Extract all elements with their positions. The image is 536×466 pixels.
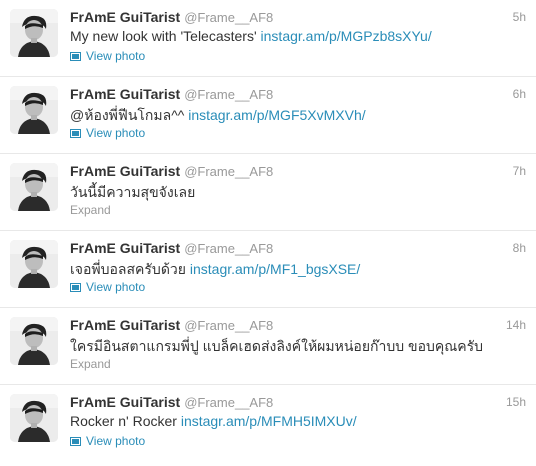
view-photo-button[interactable]: View photo (70, 280, 145, 294)
tweet-link[interactable]: instagr.am/p/MGPzb8sXYu/ (261, 28, 432, 44)
photo-icon (70, 128, 81, 138)
avatar[interactable] (10, 86, 58, 134)
expand-label: Expand (70, 203, 111, 217)
tweet-item[interactable]: FrAmE GuiTarist @Frame__AF8 14h ใครมีอินส… (0, 308, 536, 385)
photo-icon (70, 51, 81, 61)
tweet-username[interactable]: @Frame__AF8 (184, 318, 273, 333)
tweet-text: ใครมีอินสตาแกรมพี่ปู แบล็คเฮดส่งลิงค์ให้… (70, 336, 526, 358)
tweet-username[interactable]: @Frame__AF8 (184, 241, 273, 256)
tweet-username[interactable]: @Frame__AF8 (184, 87, 273, 102)
tweet-username[interactable]: @Frame__AF8 (184, 10, 273, 25)
tweet-item[interactable]: FrAmE GuiTarist @Frame__AF8 5h My new loo… (0, 0, 536, 77)
tweet-author-name[interactable]: FrAmE GuiTarist (70, 163, 180, 179)
tweet-item[interactable]: FrAmE GuiTarist @Frame__AF8 8h เจอพี่บอลส… (0, 231, 536, 308)
photo-icon (70, 282, 81, 292)
tweet-body: วันนี้มีความสุขจังเลย (70, 184, 196, 200)
avatar-photo (10, 9, 58, 57)
tweet-author-name[interactable]: FrAmE GuiTarist (70, 240, 180, 256)
avatar[interactable] (10, 163, 58, 211)
avatar-photo (10, 317, 58, 365)
tweet-header: FrAmE GuiTarist @Frame__AF8 8h (70, 240, 526, 258)
tweet-link[interactable]: instagr.am/p/MFMH5IMXUv/ (181, 413, 357, 429)
tweet-timeline: FrAmE GuiTarist @Frame__AF8 5h My new loo… (0, 0, 536, 466)
tweet-body: Rocker n' Rocker (70, 413, 181, 429)
tweet-author-name[interactable]: FrAmE GuiTarist (70, 317, 180, 333)
avatar-photo (10, 163, 58, 211)
photo-icon (70, 436, 81, 446)
avatar[interactable] (10, 317, 58, 365)
tweet-text: My new look with 'Telecasters' instagr.a… (70, 28, 526, 44)
tweet-body: เจอพี่บอลสครับด้วย (70, 261, 190, 277)
view-photo-label: View photo (86, 49, 146, 63)
tweet-author-name[interactable]: FrAmE GuiTarist (70, 9, 180, 25)
expand-button[interactable]: Expand (70, 357, 111, 371)
tweet-timestamp[interactable]: 14h (506, 318, 526, 332)
view-photo-label: View photo (86, 434, 146, 448)
expand-button[interactable]: Expand (70, 203, 111, 217)
tweet-timestamp[interactable]: 7h (513, 164, 526, 178)
view-photo-button[interactable]: View photo (70, 49, 145, 63)
avatar-photo (10, 86, 58, 134)
tweet-timestamp[interactable]: 15h (506, 395, 526, 409)
tweet-timestamp[interactable]: 6h (513, 87, 526, 101)
tweet-text: เจอพี่บอลสครับด้วย instagr.am/p/MF1_bgsX… (70, 259, 526, 281)
avatar-photo (10, 240, 58, 288)
tweet-body: ใครมีอินสตาแกรมพี่ปู แบล็คเฮดส่งลิงค์ให้… (70, 338, 484, 354)
tweet-timestamp[interactable]: 5h (513, 10, 526, 24)
tweet-item[interactable]: FrAmE GuiTarist @Frame__AF8 7h วันนี้มีคว… (0, 154, 536, 231)
tweet-header: FrAmE GuiTarist @Frame__AF8 15h (70, 394, 526, 412)
tweet-author-name[interactable]: FrAmE GuiTarist (70, 86, 180, 102)
tweet-header: FrAmE GuiTarist @Frame__AF8 6h (70, 86, 526, 104)
avatar-photo (10, 394, 58, 442)
avatar[interactable] (10, 240, 58, 288)
avatar[interactable] (10, 394, 58, 442)
tweet-header: FrAmE GuiTarist @Frame__AF8 7h (70, 163, 526, 181)
tweet-body: @ห้องพี่ฟีนโกมล^^ (70, 107, 189, 123)
tweet-body: My new look with 'Telecasters' (70, 28, 261, 44)
tweet-link[interactable]: instagr.am/p/MF1_bgsXSE/ (190, 261, 360, 277)
tweet-text: วันนี้มีความสุขจังเลย (70, 182, 526, 204)
tweet-item[interactable]: FrAmE GuiTarist @Frame__AF8 15h Rocker n'… (0, 385, 536, 462)
tweet-item[interactable]: FrAmE GuiTarist @Frame__AF8 6h @ห้องพี่ฟี… (0, 77, 536, 154)
view-photo-button[interactable]: View photo (70, 126, 145, 140)
tweet-username[interactable]: @Frame__AF8 (184, 164, 273, 179)
view-photo-label: View photo (86, 126, 146, 140)
tweet-text: Rocker n' Rocker instagr.am/p/MFMH5IMXUv… (70, 413, 526, 429)
tweet-link[interactable]: instagr.am/p/MGF5XvMXVh/ (188, 107, 365, 123)
tweet-header: FrAmE GuiTarist @Frame__AF8 5h (70, 9, 526, 27)
tweet-timestamp[interactable]: 8h (513, 241, 526, 255)
avatar[interactable] (10, 9, 58, 57)
tweet-username[interactable]: @Frame__AF8 (184, 395, 273, 410)
view-photo-button[interactable]: View photo (70, 434, 145, 448)
tweet-text: @ห้องพี่ฟีนโกมล^^ instagr.am/p/MGF5XvMXV… (70, 105, 526, 127)
expand-label: Expand (70, 357, 111, 371)
tweet-header: FrAmE GuiTarist @Frame__AF8 14h (70, 317, 526, 335)
tweet-author-name[interactable]: FrAmE GuiTarist (70, 394, 180, 410)
view-photo-label: View photo (86, 280, 146, 294)
